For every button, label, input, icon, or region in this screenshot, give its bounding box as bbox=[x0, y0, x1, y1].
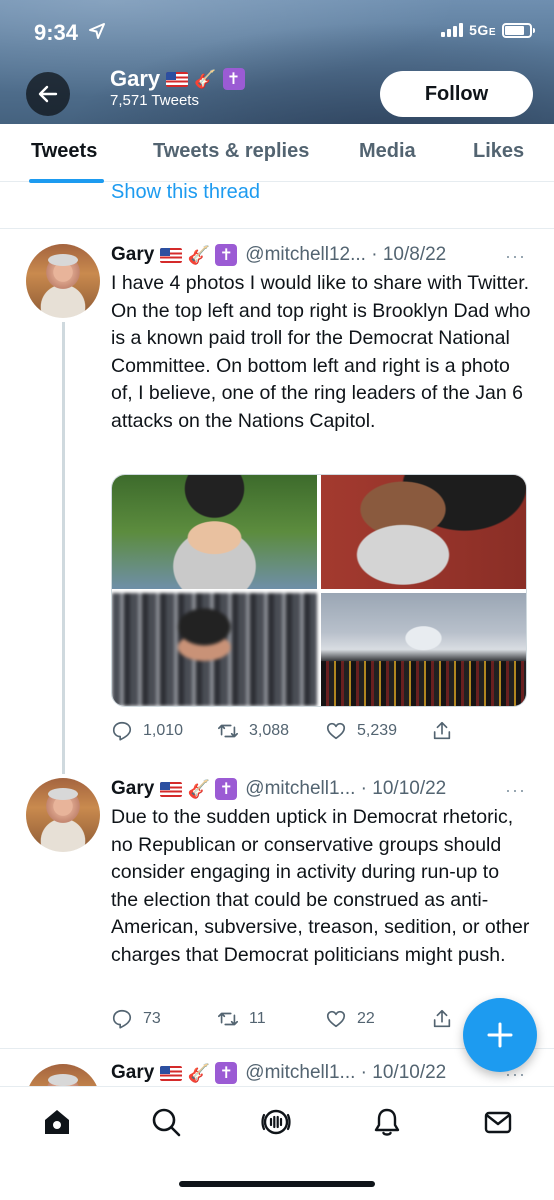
back-arrow-icon bbox=[38, 85, 58, 103]
tweet-photo[interactable] bbox=[112, 475, 317, 589]
tweet-handle-date[interactable]: @mitchell1... · 10/10/22 bbox=[245, 778, 446, 800]
tweet-text: I have 4 photos I would like to share wi… bbox=[111, 272, 531, 432]
guitar-icon: 🎸 bbox=[187, 1063, 211, 1083]
tweet-media-grid[interactable] bbox=[111, 474, 527, 707]
reply-button[interactable]: 73 bbox=[111, 1008, 217, 1030]
guitar-icon: 🎸 bbox=[194, 69, 217, 89]
like-count: 5,239 bbox=[357, 722, 398, 739]
tweet-handle-date[interactable]: @mitchell12... · 10/8/22 bbox=[245, 244, 446, 266]
tab-media[interactable]: Media bbox=[359, 140, 416, 163]
tweet-header: Gary 🎸 ✝ @mitchell1... · 10/10/22 bbox=[111, 778, 446, 800]
reply-button[interactable]: 1,010 bbox=[111, 720, 217, 742]
cross-icon: ✝ bbox=[215, 1062, 238, 1084]
more-options-icon[interactable]: ··· bbox=[505, 246, 526, 267]
compose-plus-icon bbox=[487, 1022, 513, 1048]
divider bbox=[0, 228, 554, 229]
tweet-handle-date[interactable]: @mitchell1... · 10/10/22 bbox=[245, 1062, 446, 1084]
us-flag-icon bbox=[160, 1065, 183, 1081]
cross-icon: ✝ bbox=[215, 778, 238, 800]
home-icon bbox=[45, 1110, 69, 1134]
retweet-button[interactable]: 3,088 bbox=[217, 720, 325, 742]
guitar-icon: 🎸 bbox=[187, 245, 211, 265]
like-icon bbox=[326, 1010, 346, 1028]
like-count: 22 bbox=[357, 1010, 375, 1027]
signal-icon bbox=[441, 23, 464, 37]
status-time: 9:34 bbox=[34, 20, 79, 45]
us-flag-icon bbox=[166, 71, 189, 87]
retweet-button[interactable]: 11 bbox=[217, 1008, 325, 1030]
cross-icon: ✝ bbox=[215, 244, 238, 266]
reply-icon bbox=[112, 721, 132, 741]
tweet-header: Gary 🎸 ✝ @mitchell12... · 10/8/22 bbox=[111, 244, 446, 266]
battery-icon bbox=[502, 22, 535, 38]
messages-icon bbox=[484, 1111, 512, 1134]
tweet-actions: 1,010 3,088 5,239 bbox=[111, 720, 471, 742]
compose-tweet-button[interactable] bbox=[463, 998, 537, 1072]
tweet-text: Due to the sudden uptick in Democrat rhe… bbox=[111, 806, 530, 966]
location-arrow-icon bbox=[88, 22, 106, 45]
profile-name: Gary 🎸 ✝ bbox=[110, 66, 245, 92]
reply-count: 1,010 bbox=[143, 722, 184, 739]
network-label: 5GE bbox=[469, 22, 496, 38]
retweet-count: 3,088 bbox=[249, 722, 290, 739]
status-indicators: 5GE bbox=[441, 22, 535, 38]
search-icon bbox=[152, 1108, 181, 1137]
tab-tweets-replies[interactable]: Tweets & replies bbox=[153, 140, 309, 163]
like-button[interactable]: 5,239 bbox=[325, 720, 431, 742]
home-indicator bbox=[179, 1181, 375, 1187]
tweet-photo[interactable] bbox=[321, 592, 526, 706]
tweet-header: Gary 🎸 ✝ @mitchell1... · 10/10/22 bbox=[111, 1062, 446, 1084]
spaces-icon bbox=[261, 1109, 291, 1135]
nav-notifications[interactable] bbox=[370, 1105, 404, 1139]
us-flag-icon bbox=[160, 781, 183, 797]
tweet-author-name[interactable]: Gary bbox=[111, 778, 154, 800]
share-icon bbox=[433, 721, 451, 740]
share-button[interactable] bbox=[431, 1008, 453, 1030]
tweet-photo[interactable] bbox=[112, 592, 317, 706]
follow-button[interactable]: Follow bbox=[380, 71, 533, 117]
profile-header-banner: 9:34 5GE Gary 🎸 ✝ 7,571 Tweets Follow bbox=[0, 0, 554, 124]
back-button[interactable] bbox=[26, 72, 70, 116]
nav-search[interactable] bbox=[149, 1105, 183, 1139]
profile-name-text: Gary bbox=[110, 66, 161, 91]
tweet-author-name[interactable]: Gary bbox=[111, 1062, 154, 1084]
reply-count: 73 bbox=[143, 1010, 161, 1027]
tweet-author-name[interactable]: Gary bbox=[111, 244, 154, 266]
nav-messages[interactable] bbox=[481, 1105, 515, 1139]
retweet-count: 11 bbox=[249, 1010, 266, 1027]
avatar[interactable] bbox=[26, 244, 100, 318]
like-icon bbox=[326, 722, 346, 740]
retweet-icon bbox=[218, 1012, 238, 1026]
cross-icon: ✝ bbox=[222, 68, 245, 90]
avatar[interactable] bbox=[26, 778, 100, 852]
like-button[interactable]: 22 bbox=[325, 1008, 431, 1030]
show-thread-link[interactable]: Show this thread bbox=[111, 181, 260, 204]
reply-icon bbox=[112, 1009, 132, 1029]
active-tab-indicator bbox=[29, 179, 104, 183]
nav-spaces[interactable] bbox=[259, 1105, 293, 1139]
share-icon bbox=[433, 1009, 451, 1028]
tweet-photo[interactable] bbox=[321, 475, 526, 589]
nav-home[interactable] bbox=[40, 1105, 74, 1139]
notifications-icon bbox=[374, 1108, 400, 1136]
more-options-icon[interactable]: ··· bbox=[505, 780, 526, 801]
thread-line bbox=[62, 322, 65, 774]
tab-tweets[interactable]: Tweets bbox=[31, 140, 97, 163]
retweet-icon bbox=[218, 724, 238, 738]
tab-likes[interactable]: Likes bbox=[473, 140, 524, 163]
tweet-count: 7,571 Tweets bbox=[110, 92, 199, 109]
profile-tabs: Tweets Tweets & replies Media Likes bbox=[0, 124, 554, 183]
us-flag-icon bbox=[160, 247, 183, 263]
guitar-icon: 🎸 bbox=[187, 779, 211, 799]
tweet-actions: 73 11 22 bbox=[111, 1008, 471, 1030]
share-button[interactable] bbox=[431, 720, 453, 742]
